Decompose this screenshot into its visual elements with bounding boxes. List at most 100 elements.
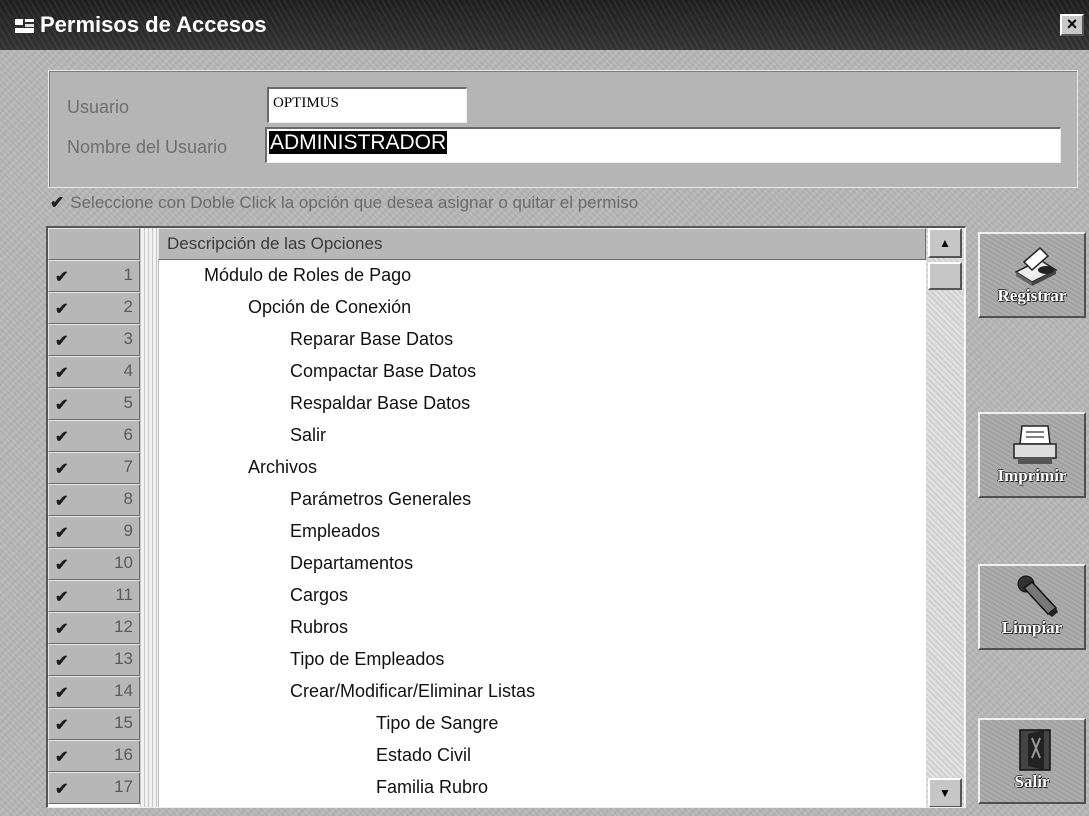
option-row[interactable]: Estado Civil (158, 740, 926, 772)
option-row[interactable]: Departamentos (158, 548, 926, 580)
grid-corner-cell (48, 228, 140, 260)
checkmark-icon: ✔ (55, 717, 69, 734)
nombre-usuario-field[interactable]: ADMINISTRADOR (265, 127, 1061, 163)
checkmark-icon: ✔ (55, 333, 69, 350)
row-number: 2 (123, 297, 133, 316)
salir-button[interactable]: Salir (978, 718, 1086, 804)
option-row[interactable]: Rubros (158, 612, 926, 644)
nombre-usuario-label: Nombre del Usuario (67, 137, 228, 157)
checkmark-icon: ✔ (55, 461, 69, 478)
close-button[interactable]: × (1060, 14, 1084, 36)
scroll-thumb[interactable] (928, 262, 962, 290)
row-number: 6 (123, 425, 133, 444)
row-number: 3 (123, 329, 133, 348)
usuario-label: Usuario (67, 97, 130, 117)
registrar-button[interactable]: Registrar (978, 232, 1086, 318)
row-header-cell[interactable]: ✔ 11 (48, 580, 140, 612)
checkmark-icon: ✔ (55, 365, 69, 382)
scroll-down-button[interactable]: ▼ (928, 778, 962, 807)
row-header-cell[interactable]: ✔ 1 (48, 260, 140, 292)
row-number: 1 (123, 265, 133, 284)
user-panel: Usuario OPTIMUS Nombre del Usuario ADMIN… (48, 70, 1078, 188)
row-header-cell[interactable]: ✔ 13 (48, 644, 140, 676)
row-header-cell[interactable]: ✔ 8 (48, 484, 140, 516)
option-row[interactable]: Parámetros Generales (158, 484, 926, 516)
row-header-cell[interactable]: ✔ 17 (48, 772, 140, 804)
scroll-up-button[interactable]: ▲ (928, 228, 962, 258)
row-number: 17 (114, 777, 133, 796)
register-icon (1014, 246, 1058, 286)
option-row[interactable]: Archivos (158, 452, 926, 484)
option-row[interactable]: Compactar Base Datos (158, 356, 926, 388)
checkmark-icon: ✔ (50, 193, 65, 212)
arrow-down-icon: ▼ (939, 786, 951, 800)
row-header-cell[interactable]: ✔ 16 (48, 740, 140, 772)
option-row[interactable]: Salir (158, 420, 926, 452)
option-row[interactable]: Crear/Modificar/Eliminar Listas (158, 676, 926, 708)
checkmark-icon: ✔ (55, 621, 69, 638)
option-row[interactable]: Opción de Conexión (158, 292, 926, 324)
option-row[interactable]: Módulo de Roles de Pago (158, 260, 926, 292)
checkmark-icon: ✔ (55, 397, 69, 414)
permissions-grid[interactable]: ✔ 1 ✔ 2 ✔ 3 ✔ 4 ✔ 5 ✔ 6 ✔ 7 ✔ 8 ✔ 9 ✔ 10 ✔ 11 ✔ 12 ✔ 13 ✔ 14 ✔ 15 ✔ 16 ✔… (46, 226, 966, 808)
row-number: 8 (123, 489, 133, 508)
row-header-cell[interactable]: ✔ 4 (48, 356, 140, 388)
row-number: 10 (114, 553, 133, 572)
checkmark-icon: ✔ (55, 269, 69, 286)
option-row[interactable]: Reparar Base Datos (158, 324, 926, 356)
row-header-column: ✔ 1 ✔ 2 ✔ 3 ✔ 4 ✔ 5 ✔ 6 ✔ 7 ✔ 8 ✔ 9 ✔ 10 ✔ 11 ✔ 12 ✔ 13 ✔ 14 ✔ 15 ✔ 16 ✔… (48, 228, 140, 807)
arrow-up-icon: ▲ (939, 236, 951, 250)
row-header-cell[interactable]: ✔ 9 (48, 516, 140, 548)
row-number: 5 (123, 393, 133, 412)
fixed-column-divider (140, 228, 159, 807)
eraser-icon (1017, 575, 1058, 617)
checkmark-icon: ✔ (55, 525, 69, 542)
option-row[interactable]: Familia Rubro (158, 772, 926, 804)
close-icon: × (1066, 14, 1078, 34)
row-number: 7 (123, 457, 133, 476)
row-header-cell[interactable]: ✔ 7 (48, 452, 140, 484)
usuario-value: OPTIMUS (273, 95, 339, 111)
usuario-field[interactable]: OPTIMUS (267, 87, 467, 123)
option-row[interactable]: Empleados (158, 516, 926, 548)
salir-label: Salir (1014, 772, 1050, 791)
row-number: 13 (114, 649, 133, 668)
row-number: 9 (123, 521, 133, 540)
row-header-cell[interactable]: ✔ 12 (48, 612, 140, 644)
option-row[interactable]: Tipo de Empleados (158, 644, 926, 676)
title-bar[interactable]: Permisos de Accesos × (0, 0, 1089, 50)
imprimir-label: Imprimir (997, 466, 1067, 485)
window-title: Permisos de Accesos (40, 12, 267, 37)
row-number: 14 (114, 681, 133, 700)
column-header-descripcion[interactable]: Descripción de las Opciones (158, 228, 926, 260)
row-number: 4 (123, 361, 133, 380)
row-header-cell[interactable]: ✔ 10 (48, 548, 140, 580)
app-icon (15, 19, 34, 33)
instruction-label: Seleccione con Doble Click la opción que… (70, 193, 639, 212)
registrar-label: Registrar (997, 286, 1067, 305)
row-number: 11 (115, 585, 133, 604)
row-header-cell[interactable]: ✔ 15 (48, 708, 140, 740)
option-row[interactable]: Respaldar Base Datos (158, 388, 926, 420)
checkmark-icon: ✔ (55, 653, 69, 670)
checkmark-icon: ✔ (55, 301, 69, 318)
checkmark-icon: ✔ (55, 557, 69, 574)
exit-door-icon (1019, 729, 1051, 771)
row-header-cell[interactable]: ✔ 14 (48, 676, 140, 708)
imprimir-button[interactable]: Imprimir (978, 412, 1086, 498)
checkmark-icon: ✔ (55, 493, 69, 510)
checkmark-icon: ✔ (55, 589, 69, 606)
row-header-cell[interactable]: ✔ 6 (48, 420, 140, 452)
row-header-cell[interactable]: ✔ 5 (48, 388, 140, 420)
permisos-window: Permisos de Accesos × Usuario OPTIMUS No… (0, 0, 1089, 816)
row-header-cell[interactable]: ✔ 2 (48, 292, 140, 324)
option-row[interactable]: Tipo de Sangre (158, 708, 926, 740)
limpiar-button[interactable]: Limpiar (978, 564, 1086, 650)
row-number: 16 (114, 745, 133, 764)
option-row[interactable]: Cargos (158, 580, 926, 612)
row-number: 12 (114, 617, 133, 636)
row-header-cell[interactable]: ✔ 3 (48, 324, 140, 356)
vertical-scrollbar[interactable]: ▲ ▼ (926, 228, 964, 807)
instruction-text: ✔ Seleccione con Doble Click la opción qu… (50, 193, 638, 213)
checkmark-icon: ✔ (55, 685, 69, 702)
